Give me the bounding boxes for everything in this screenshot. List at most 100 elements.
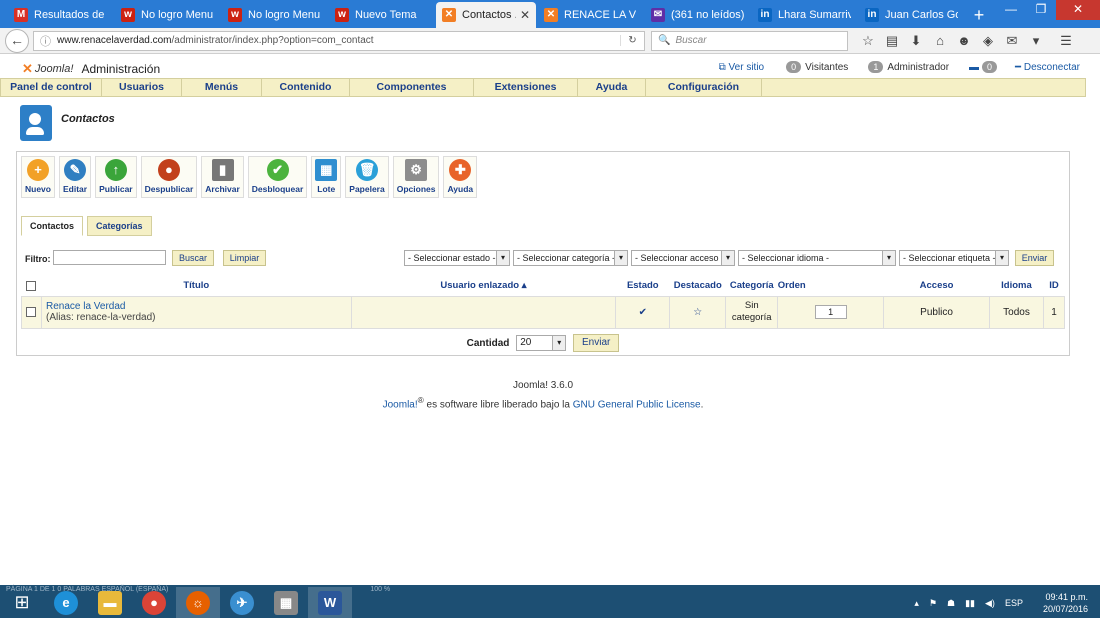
toolbar-button-4[interactable]: ● Despublicar bbox=[140, 156, 198, 198]
new-tab-button[interactable]: + bbox=[966, 2, 992, 28]
browser-tab[interactable]: ✕ RENACE LA VE... bbox=[538, 2, 643, 28]
toolbar-button-3[interactable]: ↑ Publicar bbox=[95, 156, 137, 198]
reading-list-icon[interactable]: ▤ bbox=[880, 33, 904, 49]
browser-tab[interactable]: w No logro Menu... bbox=[115, 2, 220, 28]
network-icon[interactable]: ▮▮ bbox=[965, 598, 975, 609]
maximize-icon[interactable]: ❐ bbox=[1026, 0, 1056, 20]
home-icon[interactable]: ⌂ bbox=[928, 33, 952, 49]
toolbar-button-5[interactable]: ▮ Archivar bbox=[201, 156, 244, 198]
close-window-icon[interactable]: ✕ bbox=[1056, 0, 1100, 20]
col-linked-user[interactable]: Usuario enlazado ▴ bbox=[351, 276, 616, 297]
plus-icon: + bbox=[26, 159, 49, 181]
overflow-chevron-icon[interactable]: ▾ bbox=[1024, 33, 1048, 49]
chat-icon[interactable]: ☻ bbox=[952, 33, 976, 49]
browser-tab[interactable]: M Resultados de l... bbox=[8, 2, 113, 28]
toolbar-button-8[interactable]: 🗑 Papelera bbox=[345, 156, 389, 198]
toolbar-button-1[interactable]: + Nuevo bbox=[21, 156, 55, 198]
bookmark-star-icon[interactable]: ☆ bbox=[856, 33, 880, 49]
license-link[interactable]: GNU General Public License bbox=[573, 399, 701, 410]
menu-item-6[interactable]: Extensiones bbox=[474, 79, 578, 96]
order-input[interactable]: 1 bbox=[814, 305, 847, 319]
volume-icon[interactable]: ◀) bbox=[985, 598, 995, 609]
file-explorer-icon[interactable]: ▬ bbox=[88, 587, 132, 618]
word-icon[interactable]: W bbox=[308, 587, 352, 618]
status-bar: ⧉ Ver sitio 0 Visitantes 1 Administrador… bbox=[719, 61, 1080, 73]
toolbar-button-9[interactable]: ⚙ Opciones bbox=[392, 156, 440, 198]
contact-title-link[interactable]: Renace la Verdad bbox=[46, 301, 351, 312]
visitors-badge: 0 bbox=[786, 61, 802, 73]
search-button[interactable]: Buscar bbox=[172, 250, 214, 266]
address-bar[interactable]: ⓘ www.renacelaverdad.com /administrator/… bbox=[33, 30, 645, 51]
col-language[interactable]: Idioma bbox=[989, 276, 1044, 297]
access-select[interactable]: - Seleccionar acceso - ▾ bbox=[631, 250, 735, 266]
col-id[interactable]: ID bbox=[1043, 276, 1065, 297]
category-select[interactable]: - Seleccionar categoría - ▾ bbox=[513, 250, 628, 266]
linkedin-icon: in bbox=[865, 8, 879, 22]
browser-tab[interactable]: in Juan Carlos Go... bbox=[859, 2, 964, 28]
firefox-icon[interactable]: ☼ bbox=[176, 587, 220, 618]
back-button[interactable]: ← bbox=[5, 28, 29, 53]
col-access[interactable]: Acceso bbox=[883, 276, 990, 297]
menu-item-2[interactable]: Usuarios bbox=[102, 79, 182, 96]
featured-star-icon[interactable]: ☆ bbox=[669, 295, 727, 329]
menu-item-1[interactable]: Panel de control bbox=[1, 79, 102, 96]
row-checkbox[interactable] bbox=[21, 295, 42, 329]
language-select[interactable]: - Seleccionar idioma - ▾ bbox=[738, 250, 896, 266]
internet-explorer-icon[interactable]: e bbox=[44, 587, 88, 618]
filter-input[interactable] bbox=[53, 250, 166, 265]
menu-item-3[interactable]: Menús bbox=[182, 79, 262, 96]
toolbar-button-7[interactable]: ▦ Lote bbox=[311, 156, 342, 198]
clock[interactable]: 09:41 p.m. 20/07/2016 bbox=[1043, 591, 1088, 615]
browser-tab[interactable]: w No logro Menu... bbox=[222, 2, 327, 28]
col-order[interactable]: Orden bbox=[777, 276, 884, 297]
tray-chevron-icon[interactable]: ▴ bbox=[914, 598, 919, 609]
flag-icon[interactable]: ⚑ bbox=[929, 598, 937, 609]
browser-tab[interactable]: in Lhara Sumarriv... bbox=[752, 2, 857, 28]
app-icon[interactable]: ✈ bbox=[220, 587, 264, 618]
col-category[interactable]: Categoría bbox=[725, 276, 778, 297]
view-site-link[interactable]: ⧉ Ver sitio bbox=[719, 62, 765, 73]
browser-tab[interactable]: w Nuevo Tema bbox=[329, 2, 434, 28]
tray-app-icon[interactable]: ☗ bbox=[947, 598, 955, 609]
browser-tab[interactable]: ✕ Contactos ... ✕ bbox=[436, 2, 536, 28]
menu-icon[interactable]: ☰ bbox=[1054, 33, 1078, 49]
pocket-icon[interactable]: ◈ bbox=[976, 33, 1000, 49]
download-icon[interactable]: ⬇ bbox=[904, 33, 928, 49]
menu-item-8[interactable]: Configuración bbox=[646, 79, 762, 96]
menu-item-5[interactable]: Componentes bbox=[350, 79, 474, 96]
col-featured[interactable]: Destacado bbox=[669, 276, 726, 297]
joomla-link[interactable]: Joomla! bbox=[383, 399, 418, 410]
extension-icon[interactable]: ✉ bbox=[1000, 33, 1024, 49]
search-input[interactable]: 🔍 Buscar bbox=[651, 30, 848, 51]
menu-item-7[interactable]: Ayuda bbox=[578, 79, 646, 96]
filter-submit-button[interactable]: Enviar bbox=[1015, 250, 1054, 266]
logout-link[interactable]: ━ Desconectar bbox=[1015, 62, 1080, 73]
menu-item-4[interactable]: Contenido bbox=[262, 79, 350, 96]
close-tab-icon[interactable]: ✕ bbox=[520, 8, 530, 22]
minimize-icon[interactable]: — bbox=[996, 0, 1026, 20]
tag-select[interactable]: - Seleccionar etiqueta - ▾ bbox=[899, 250, 1009, 266]
status-checkmark-icon[interactable]: ✔ bbox=[615, 295, 671, 329]
info-icon[interactable]: ⓘ bbox=[40, 33, 51, 49]
select-all-checkbox[interactable] bbox=[21, 276, 42, 297]
quantity-select[interactable]: 20 ▾ bbox=[516, 335, 567, 351]
subtab-2[interactable]: Categorías bbox=[87, 216, 152, 236]
col-title[interactable]: Título bbox=[41, 276, 352, 297]
mail-icon[interactable]: ▬ bbox=[969, 62, 979, 73]
toolbar-button-10[interactable]: ✚ Ayuda bbox=[443, 156, 478, 198]
toolbar-button-2[interactable]: ✎ Editar bbox=[58, 156, 92, 198]
subtab-1[interactable]: Contactos bbox=[21, 216, 84, 236]
table-row: Renace la Verdad (Alias: renace-la-verda… bbox=[21, 295, 1066, 329]
chrome-icon[interactable]: ● bbox=[132, 587, 176, 618]
browser-tab[interactable]: ✉ (361 no leídos) ... bbox=[645, 2, 750, 28]
col-status[interactable]: Estado bbox=[615, 276, 670, 297]
reload-icon[interactable]: ↻ bbox=[620, 35, 644, 46]
language-indicator[interactable]: ESP bbox=[1005, 598, 1023, 608]
quantity-submit-button[interactable]: Enviar bbox=[572, 334, 620, 352]
start-button[interactable]: ⊞ bbox=[0, 587, 44, 618]
toolbar-button-6[interactable]: ✔ Desbloquear bbox=[247, 156, 308, 198]
state-select[interactable]: - Seleccionar estado - ▾ bbox=[404, 250, 510, 266]
calculator-icon[interactable]: ▦ bbox=[264, 587, 308, 618]
joomla-logo[interactable]: ✕ Joomla! bbox=[22, 61, 73, 77]
clear-button[interactable]: Limpiar bbox=[223, 250, 266, 266]
